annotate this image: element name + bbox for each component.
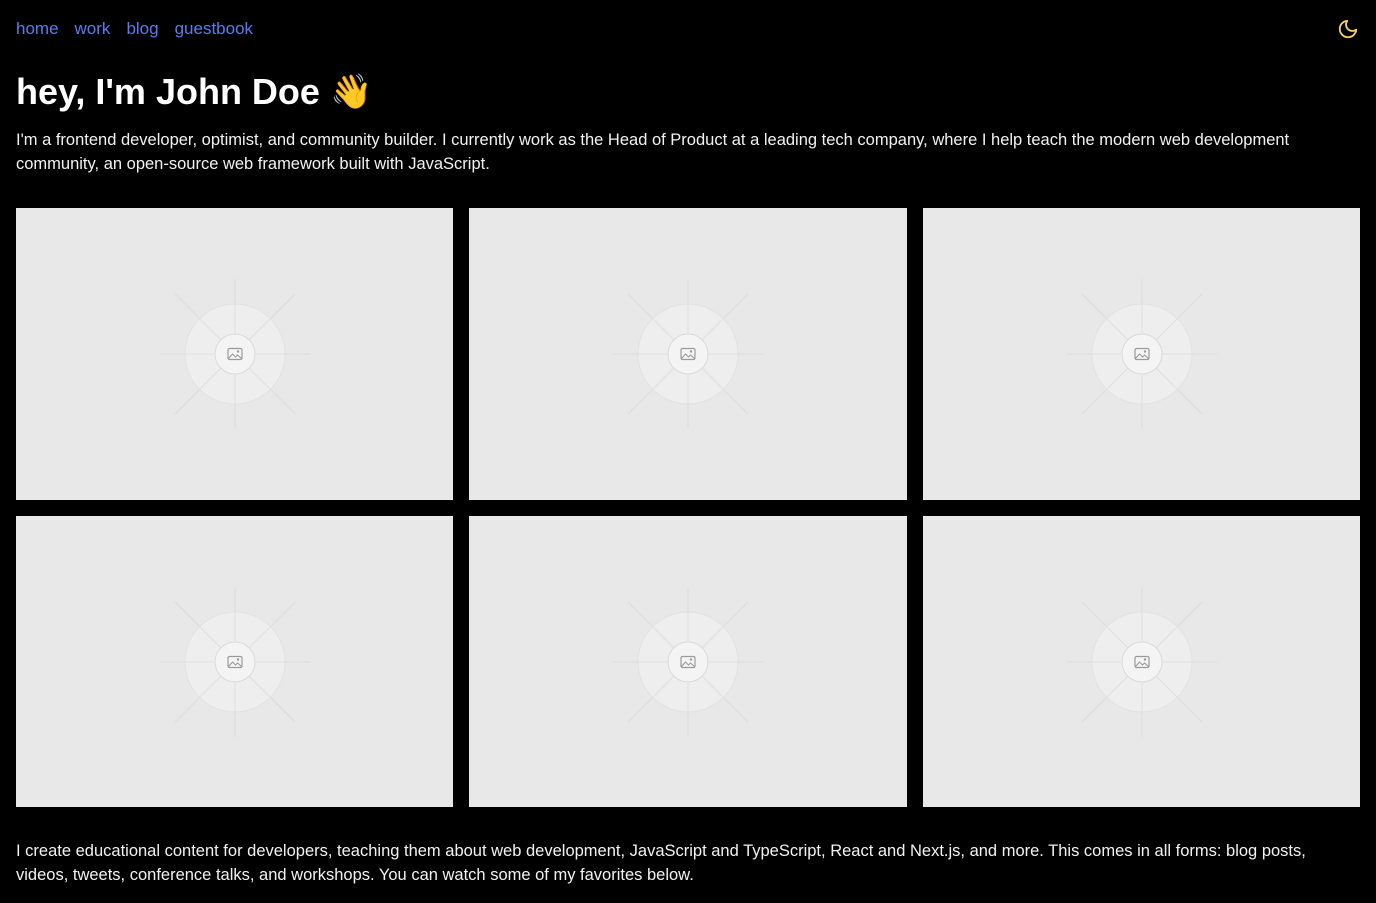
nav-link-home[interactable]: home [16, 19, 59, 39]
image-placeholder-icon [1066, 279, 1217, 429]
page: home work blog guestbook hey, I'm John D… [0, 0, 1376, 903]
intro-paragraph: I'm a frontend developer, optimist, and … [16, 131, 1290, 173]
theme-toggle-button[interactable] [1336, 17, 1360, 41]
nav-link-blog[interactable]: blog [126, 19, 158, 39]
moon-icon [1338, 19, 1358, 39]
image-placeholder-icon [613, 279, 763, 429]
page-title: hey, I'm John Doe 👋 [16, 66, 372, 118]
image-gallery [16, 208, 1360, 807]
gallery-tile[interactable] [923, 208, 1360, 500]
title-text: hey, I'm John Doe [16, 71, 320, 112]
waving-hand-icon: 👋 [329, 72, 373, 112]
image-placeholder-icon [1066, 586, 1217, 737]
gallery-tile[interactable] [469, 208, 907, 500]
image-placeholder-icon [159, 279, 310, 429]
image-placeholder-icon [159, 586, 310, 737]
gallery-tile[interactable] [16, 516, 453, 807]
nav-links: home work blog guestbook [16, 19, 253, 39]
gallery-tile[interactable] [469, 516, 907, 807]
gallery-tile[interactable] [923, 516, 1360, 807]
gallery-tile[interactable] [16, 208, 453, 500]
nav-link-guestbook[interactable]: guestbook [175, 19, 253, 39]
nav-link-work[interactable]: work [75, 19, 111, 39]
top-nav: home work blog guestbook [16, 16, 1360, 42]
image-placeholder-icon [613, 586, 763, 737]
content-paragraph: I create educational content for develop… [16, 842, 1306, 884]
